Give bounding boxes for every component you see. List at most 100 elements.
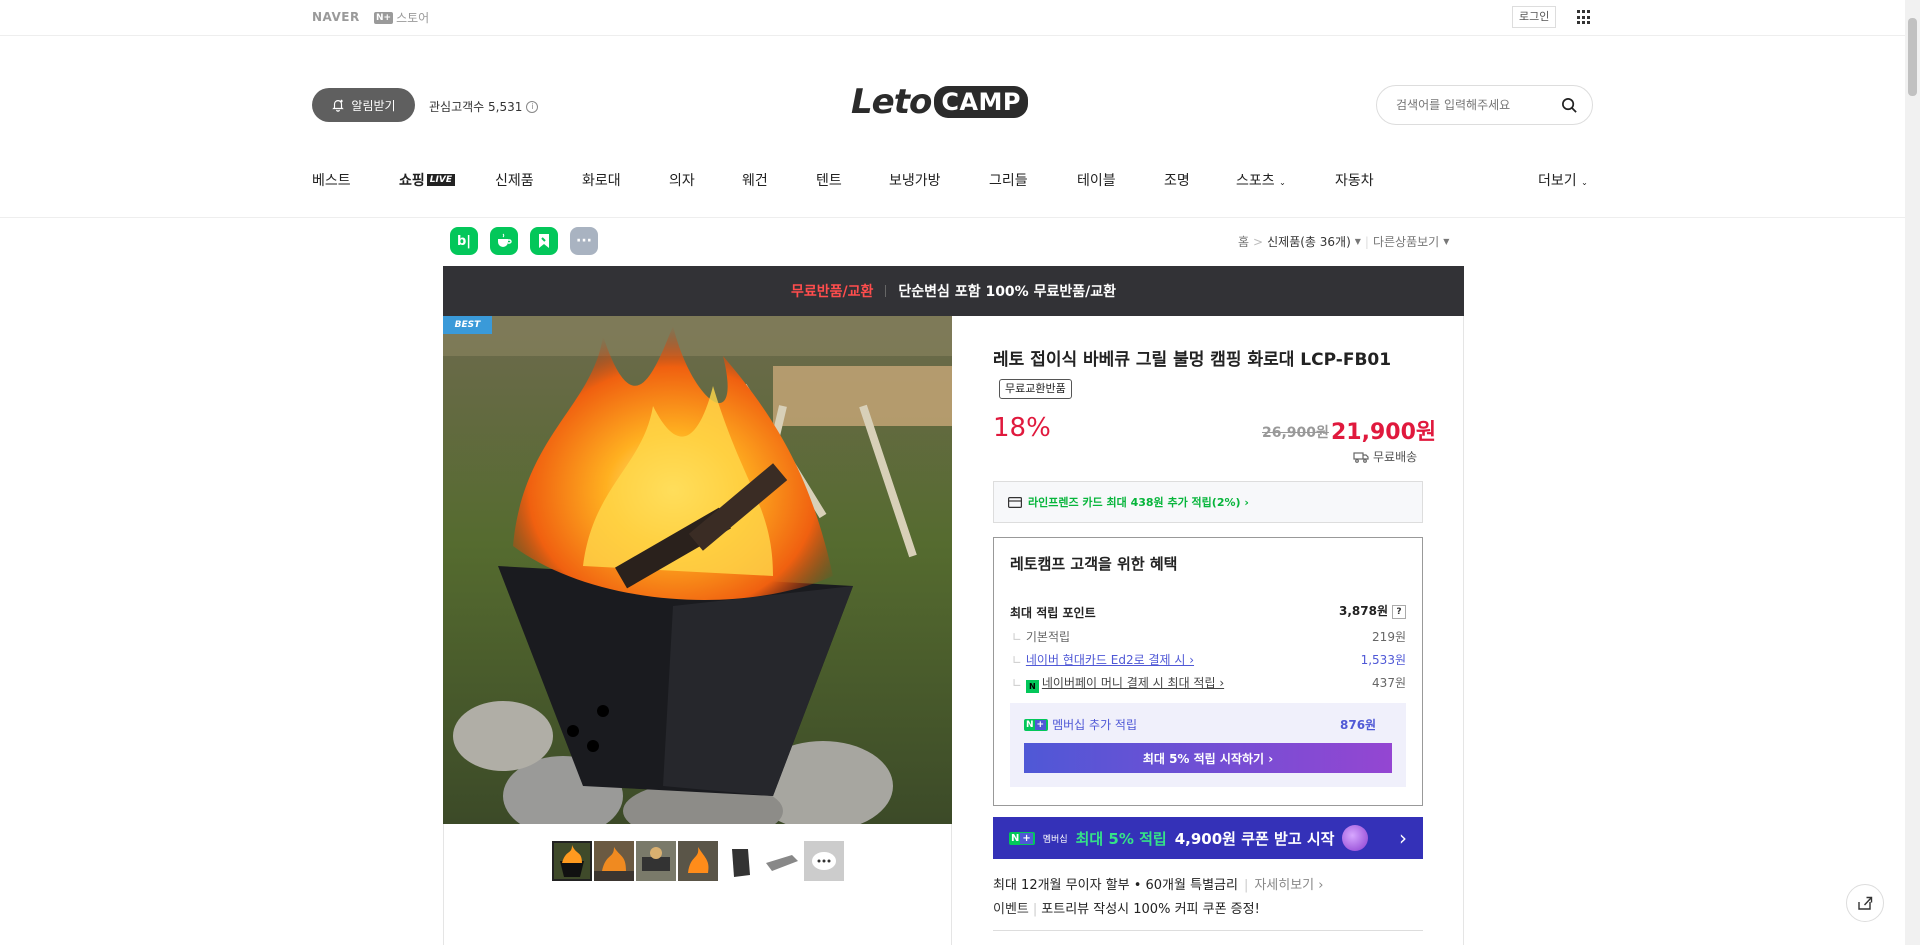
nav-sports[interactable]: 스포츠 ⌄ bbox=[1236, 170, 1286, 190]
membership-value: 876원 bbox=[1340, 718, 1377, 732]
logo-camp: CAMP bbox=[934, 86, 1029, 118]
banner-text: 단순변심 포함 100% 무료반품/교환 bbox=[898, 284, 1116, 300]
discount-rate: 18% bbox=[993, 413, 1051, 443]
nav-firepit[interactable]: 화로대 bbox=[582, 170, 621, 190]
info-icon[interactable]: i bbox=[526, 100, 539, 113]
nav-tent[interactable]: 텐트 bbox=[816, 170, 842, 190]
product-title-text: 레토 접이식 바베큐 그릴 불멍 캠핑 화로대 LCP-FB01 bbox=[993, 350, 1392, 370]
nav-more[interactable]: 더보기 ⌄ bbox=[1538, 170, 1588, 190]
thumbnail-more[interactable] bbox=[804, 841, 844, 881]
free-exchange-tag: 무료교환반품 bbox=[999, 379, 1072, 399]
nav-new[interactable]: 신제품 bbox=[495, 170, 534, 190]
membership-promo-banner[interactable]: N + 멤버십 최대 5% 적립 4,900원 쿠폰 받고 시작 › bbox=[993, 817, 1423, 859]
naver-logo[interactable]: NAVER bbox=[312, 10, 360, 24]
nplus-badge: N+ bbox=[374, 11, 394, 24]
event-text: 포트리뷰 작성시 100% 커피 쿠폰 증정! bbox=[1041, 902, 1260, 917]
apps-grid-icon[interactable] bbox=[1577, 10, 1592, 25]
chevron-down-icon: ⌄ bbox=[1279, 178, 1286, 187]
breadcrumb-home[interactable]: 홈 bbox=[1238, 233, 1249, 250]
card-icon bbox=[1008, 496, 1022, 508]
basic-point-label: ∟ 기본적립 bbox=[1012, 630, 1071, 644]
sale-price: 21,900원 bbox=[1331, 420, 1437, 445]
thumbnail-6[interactable] bbox=[762, 841, 802, 881]
nplus-promo-icon: N + bbox=[1009, 831, 1035, 845]
blog-icon[interactable]: b| bbox=[450, 227, 478, 255]
installment-more-link[interactable]: 자세히보기 › bbox=[1254, 878, 1323, 893]
brand-logo[interactable]: Leto CAMP bbox=[851, 82, 1029, 122]
help-icon[interactable]: ? bbox=[1392, 605, 1406, 619]
thumbnail-4[interactable] bbox=[678, 841, 718, 881]
alarm-button[interactable]: 알림받기 bbox=[312, 88, 415, 122]
nav-griddle[interactable]: 그리들 bbox=[989, 170, 1028, 190]
thumbnail-1[interactable] bbox=[552, 841, 592, 881]
search-box bbox=[1376, 85, 1593, 125]
interest-label: 관심고객수 5,531 bbox=[429, 100, 523, 114]
nav-cooler-bag[interactable]: 보냉가방 bbox=[889, 170, 941, 190]
installment-info: 최대 12개월 무이자 할부 • 60개월 특별금리 | 자세히보기 › bbox=[993, 878, 1324, 893]
nav-lighting[interactable]: 조명 bbox=[1164, 170, 1190, 190]
page-scrollbar[interactable] bbox=[1905, 0, 1920, 945]
basic-point-value: 219원 bbox=[1372, 630, 1406, 644]
breadcrumb-category[interactable]: 신제품(총 36개) bbox=[1267, 233, 1351, 250]
hyundai-card-text: 네이버 현대카드 Ed2로 결제 시 › bbox=[1025, 653, 1195, 667]
npay-money-value: 437원 bbox=[1372, 676, 1406, 690]
nav-shopping-live[interactable]: 쇼핑 LIVE bbox=[399, 170, 455, 190]
product-main-image[interactable] bbox=[443, 316, 952, 824]
scrollbar-thumb[interactable] bbox=[1908, 18, 1917, 96]
naver-plus-store-link[interactable]: N+ 스토어 bbox=[374, 9, 429, 26]
free-return-banner: 무료반품/교환 단순변심 포함 100% 무료반품/교환 bbox=[443, 266, 1464, 316]
npay-money-link[interactable]: ∟ N 네이버페이 머니 결제 시 최대 적립 › bbox=[1012, 674, 1224, 693]
product-title: 레토 접이식 바베큐 그릴 불멍 캠핑 화로대 LCP-FB01 무료교환반품 bbox=[993, 346, 1423, 404]
thumbnail-5[interactable] bbox=[720, 841, 760, 881]
banner-red-text: 무료반품/교환 bbox=[791, 284, 874, 300]
chevron-right-icon: › bbox=[1399, 826, 1407, 850]
grape-icon bbox=[1342, 825, 1369, 851]
nav-car[interactable]: 자동차 bbox=[1335, 170, 1374, 190]
hyundai-card-link[interactable]: ∟ 네이버 현대카드 Ed2로 결제 시 › bbox=[1012, 651, 1194, 668]
nav-table[interactable]: 테이블 bbox=[1077, 170, 1116, 190]
membership-start-button[interactable]: 최대 5% 적립 시작하기 › bbox=[1024, 743, 1392, 773]
installment-text: 최대 12개월 무이자 할부 • 60개월 특별금리 bbox=[993, 878, 1238, 893]
caret-down-icon: ▼ bbox=[1354, 237, 1361, 246]
thumbnail-3[interactable] bbox=[636, 841, 676, 881]
search-input[interactable] bbox=[1396, 98, 1556, 112]
membership-label: N + 멤버십 추가 적립 bbox=[1024, 716, 1137, 733]
npay-money-text: 네이버페이 머니 결제 시 최대 적립 › bbox=[1041, 676, 1225, 690]
more-icon[interactable]: ··· bbox=[570, 227, 598, 255]
category-nav: 베스트 쇼핑 LIVE 신제품 화로대 의자 웨건 텐트 보냉가방 그리들 테이… bbox=[312, 170, 1602, 190]
interest-count: 관심고객수 5,531 i bbox=[429, 98, 539, 115]
thumbnail-2[interactable] bbox=[594, 841, 634, 881]
breadcrumb: 홈 > 신제품(총 36개) ▼ | 다른상품보기 ▼ bbox=[1238, 233, 1450, 250]
breadcrumb-other[interactable]: 다른상품보기 bbox=[1373, 233, 1439, 250]
section-divider bbox=[993, 930, 1423, 931]
search-icon[interactable] bbox=[1561, 97, 1578, 114]
top-bar bbox=[0, 0, 1905, 36]
card-benefit-text: 라인프렌즈 카드 최대 438원 추가 적립(2%) › bbox=[1028, 496, 1249, 509]
bell-icon bbox=[332, 99, 345, 112]
promo-highlight: 최대 5% 적립 bbox=[1075, 829, 1167, 848]
bookmark-icon[interactable] bbox=[530, 227, 558, 255]
alarm-label: 알림받기 bbox=[351, 98, 396, 113]
login-button[interactable]: 로그인 bbox=[1512, 6, 1557, 28]
max-point-label: 최대 적립 포인트 bbox=[1010, 606, 1096, 620]
banner-divider bbox=[885, 285, 887, 297]
npay-icon: N bbox=[1025, 680, 1039, 693]
nav-sports-label: 스포츠 bbox=[1236, 173, 1275, 189]
share-button[interactable] bbox=[1846, 884, 1884, 922]
share-icon bbox=[1858, 896, 1873, 910]
nav-more-label: 더보기 bbox=[1538, 173, 1577, 189]
hyundai-card-value: 1,533원 bbox=[1360, 653, 1406, 667]
cafe-icon[interactable] bbox=[490, 227, 518, 255]
shipping-label: 무료배송 bbox=[1373, 450, 1418, 464]
original-price: 26,900원 bbox=[1262, 425, 1329, 441]
logo-leto: Leto bbox=[851, 82, 932, 122]
membership-text: 멤버십 추가 적립 bbox=[1052, 718, 1138, 732]
truck-icon bbox=[1353, 451, 1369, 463]
nav-chair[interactable]: 의자 bbox=[669, 170, 695, 190]
promo-badge: 멤버십 bbox=[1042, 834, 1068, 845]
nav-shopping-label: 쇼핑 bbox=[399, 173, 425, 189]
nav-best[interactable]: 베스트 bbox=[312, 170, 351, 190]
nav-wagon[interactable]: 웨건 bbox=[742, 170, 768, 190]
card-benefit-link[interactable]: 라인프렌즈 카드 최대 438원 추가 적립(2%) › bbox=[993, 481, 1423, 523]
caret-down-icon: ▼ bbox=[1443, 237, 1450, 246]
